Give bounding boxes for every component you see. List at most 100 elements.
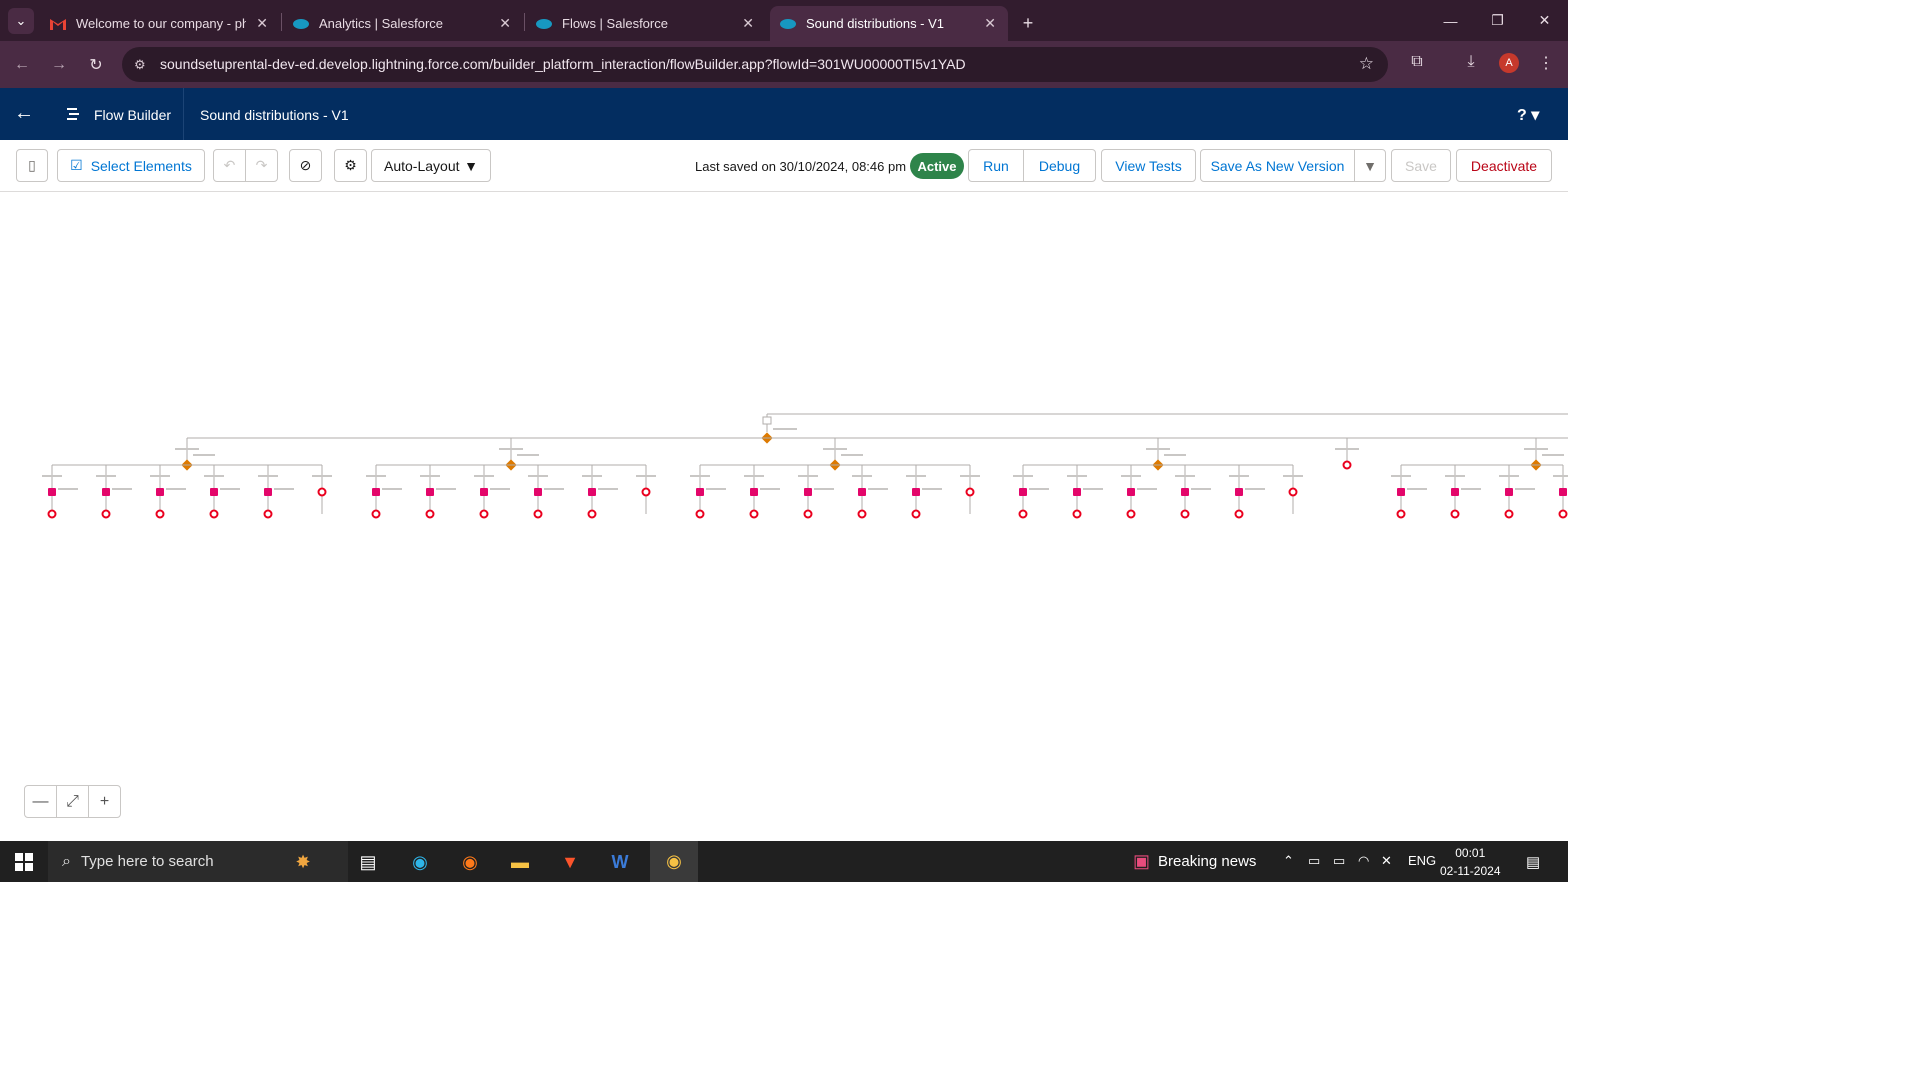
end-node[interactable] (695, 509, 705, 519)
settings-button[interactable]: ⚙ (334, 149, 367, 182)
restore-button[interactable]: ❐ (1474, 0, 1521, 41)
end-node[interactable] (101, 509, 111, 519)
node-label[interactable] (1175, 475, 1195, 477)
meet-now-icon[interactable]: ▭ (1308, 853, 1320, 869)
layout-select[interactable]: Auto-Layout ▼ (371, 149, 491, 182)
end-node[interactable] (47, 509, 57, 519)
close-icon[interactable]: ✕ (984, 15, 996, 32)
node-label[interactable] (1283, 475, 1303, 477)
node-label[interactable] (744, 475, 764, 477)
node-label[interactable] (922, 488, 942, 490)
news-widget[interactable]: ▣ Breaking news (1133, 851, 1256, 872)
save-button[interactable]: Save (1391, 149, 1451, 182)
node-label[interactable] (175, 448, 199, 450)
node-label[interactable] (773, 428, 797, 430)
node-label[interactable] (96, 475, 116, 477)
help-menu-icon[interactable]: ? ▾ (1517, 105, 1539, 125)
deactivate-button[interactable]: Deactivate (1456, 149, 1552, 182)
action-node[interactable] (210, 488, 218, 496)
reload-button[interactable]: ↻ (84, 53, 108, 77)
end-node[interactable] (1504, 509, 1514, 519)
browser-tab-sound-distributions[interactable]: Sound distributions - V1 ✕ (770, 6, 1008, 41)
node-label[interactable] (1191, 488, 1211, 490)
node-label[interactable] (798, 475, 818, 477)
node-label[interactable] (544, 488, 564, 490)
end-node[interactable] (587, 509, 597, 519)
node-label[interactable] (166, 488, 186, 490)
redo-button[interactable]: ↷ (245, 149, 278, 182)
node-label[interactable] (1137, 488, 1157, 490)
node-label[interactable] (1499, 475, 1519, 477)
close-window-button[interactable]: ✕ (1521, 0, 1568, 41)
close-icon[interactable]: ✕ (499, 15, 511, 32)
browser-tab-analytics[interactable]: Analytics | Salesforce ✕ (283, 6, 523, 41)
action-node[interactable] (1235, 488, 1243, 496)
node-label[interactable] (382, 488, 402, 490)
node-label[interactable] (499, 448, 523, 450)
download-icon[interactable]: ⤓ (1459, 53, 1483, 71)
flow-diagram[interactable] (0, 192, 1589, 841)
node-label[interactable] (112, 488, 132, 490)
node-label[interactable] (420, 475, 440, 477)
end-node[interactable] (1234, 509, 1244, 519)
undo-button[interactable]: ↶ (213, 149, 246, 182)
node-label[interactable] (636, 475, 656, 477)
word-icon[interactable]: W (600, 847, 640, 877)
node-label[interactable] (1335, 448, 1359, 450)
node-label[interactable] (58, 488, 78, 490)
language-indicator[interactable]: ENG (1408, 853, 1436, 868)
forward-button[interactable]: → (47, 53, 71, 77)
debug-button[interactable]: Debug (1023, 149, 1096, 182)
browser-tab-gmail[interactable]: Welcome to our company - phu ✕ (40, 6, 280, 41)
bookmark-star-icon[interactable]: ☆ (1359, 54, 1374, 74)
action-node[interactable] (1073, 488, 1081, 496)
node-label[interactable] (42, 475, 62, 477)
node-label[interactable] (1245, 488, 1265, 490)
node-label[interactable] (1067, 475, 1087, 477)
new-tab-button[interactable]: + (1016, 6, 1040, 41)
action-node[interactable] (264, 488, 272, 496)
action-node[interactable] (1505, 488, 1513, 496)
node-label[interactable] (1445, 475, 1465, 477)
end-node[interactable] (1396, 509, 1406, 519)
end-node[interactable] (425, 509, 435, 519)
windows-start-icon[interactable] (4, 847, 44, 877)
site-settings-icon[interactable]: ⚙ (134, 57, 146, 73)
notifications-icon[interactable]: ▤ (1526, 853, 1540, 871)
action-node[interactable] (156, 488, 164, 496)
action-node[interactable] (588, 488, 596, 496)
run-button[interactable]: Run (968, 149, 1024, 182)
end-node[interactable] (803, 509, 813, 519)
battery-icon[interactable]: ▭ (1333, 853, 1345, 869)
node-label[interactable] (193, 454, 215, 456)
save-options-dropdown[interactable]: ▼ (1354, 149, 1386, 182)
save-as-new-version-button[interactable]: Save As New Version (1200, 149, 1355, 182)
zoom-in-button[interactable]: + (89, 786, 120, 817)
action-node[interactable] (696, 488, 704, 496)
end-node[interactable] (749, 509, 759, 519)
url-text[interactable]: soundsetuprental-dev-ed.develop.lightnin… (160, 56, 966, 72)
errors-toggle-button[interactable]: ⊘ (289, 149, 322, 182)
node-label[interactable] (760, 488, 780, 490)
node-label[interactable] (528, 475, 548, 477)
action-node[interactable] (48, 488, 56, 496)
start-node[interactable] (762, 416, 772, 425)
node-label[interactable] (366, 475, 386, 477)
wifi-icon[interactable]: ◠ (1358, 853, 1369, 869)
extensions-icon[interactable]: ⧉ (1405, 53, 1429, 71)
node-label[interactable] (841, 454, 863, 456)
select-elements-button[interactable]: ☑ Select Elements (57, 149, 205, 182)
node-label[interactable] (1515, 488, 1535, 490)
end-node[interactable] (1018, 509, 1028, 519)
node-label[interactable] (258, 475, 278, 477)
end-node[interactable] (911, 509, 921, 519)
end-node[interactable] (641, 487, 651, 497)
action-node[interactable] (534, 488, 542, 496)
flow-canvas[interactable] (0, 192, 1589, 841)
end-node[interactable] (1180, 509, 1190, 519)
end-node[interactable] (371, 509, 381, 519)
end-node[interactable] (317, 487, 327, 497)
node-label[interactable] (1553, 475, 1573, 477)
action-node[interactable] (1181, 488, 1189, 496)
volume-muted-icon[interactable]: ✕ (1381, 853, 1392, 869)
